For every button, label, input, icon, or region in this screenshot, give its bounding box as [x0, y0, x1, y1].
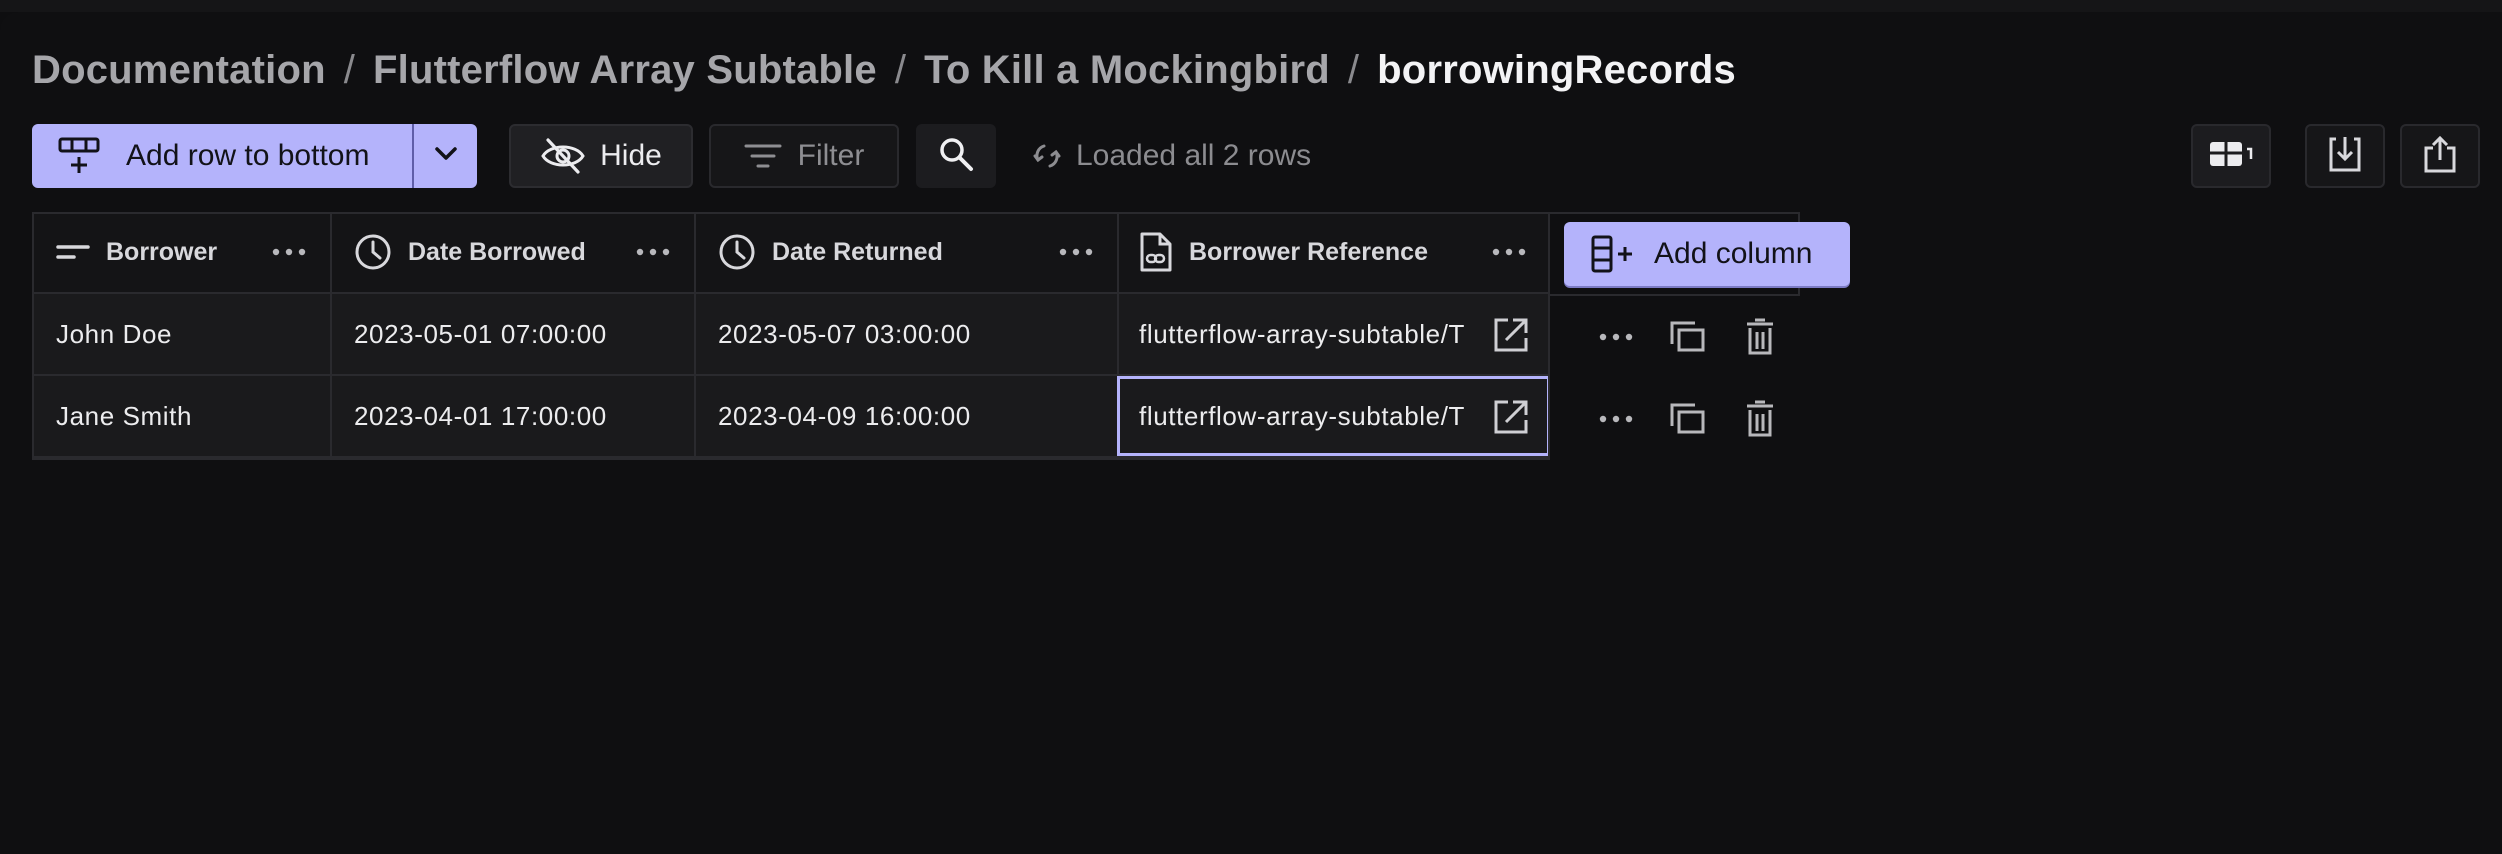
add-column-label: Add column	[1654, 237, 1813, 270]
clock-icon	[354, 233, 392, 271]
breadcrumb-item-documentation[interactable]: Documentation	[32, 48, 326, 93]
column-header-date-returned[interactable]: Date Returned	[694, 212, 1117, 292]
status-text: Loaded all 2 rows	[1076, 139, 1312, 172]
column-header-date-borrowed[interactable]: Date Borrowed	[330, 212, 694, 292]
column-label: Borrower	[106, 237, 218, 266]
breadcrumb: Documentation / Flutterflow Array Subtab…	[32, 42, 1736, 98]
add-row-split-button: Add row to bottom	[32, 124, 477, 188]
column-menu-icon[interactable]	[1059, 212, 1093, 292]
more-icon[interactable]	[1580, 415, 1652, 423]
filter-icon	[744, 142, 782, 170]
load-status: Loaded all 2 rows	[1032, 124, 1311, 188]
filter-label: Filter	[797, 139, 865, 172]
table-header-row: Borrower Date Borrowed Date Returned Bor…	[32, 212, 1550, 294]
cell-borrower[interactable]: John Doe	[32, 294, 330, 374]
grid-view-button[interactable]	[2191, 124, 2271, 188]
reference-text: flutterflow-array-subtable/T	[1139, 318, 1466, 349]
column-header-borrower[interactable]: Borrower	[32, 212, 330, 292]
breadcrumb-current: borrowingRecords	[1377, 47, 1736, 92]
breadcrumb-separator: /	[1347, 47, 1360, 92]
open-external-icon[interactable]	[1492, 316, 1530, 354]
share-icon	[2423, 134, 2457, 179]
trash-icon[interactable]	[1724, 318, 1796, 356]
table-row: Jane Smith 2023-04-01 17:00:00 2023-04-0…	[32, 376, 1550, 458]
duplicate-icon[interactable]	[1652, 402, 1724, 436]
filter-button[interactable]: Filter	[709, 124, 899, 188]
breadcrumb-separator: /	[343, 47, 356, 92]
column-header-borrower-reference[interactable]: Borrower Reference	[1117, 212, 1550, 292]
breadcrumb-separator: /	[894, 47, 907, 92]
row-actions	[1580, 296, 1796, 378]
cell-date-borrowed[interactable]: 2023-05-01 07:00:00	[330, 294, 694, 374]
cell-borrower-reference[interactable]: flutterflow-array-subtable/T	[1117, 294, 1550, 374]
trash-icon[interactable]	[1724, 400, 1796, 438]
row-actions	[1580, 378, 1796, 460]
table-view-icon	[2208, 139, 2254, 174]
cell-date-borrowed[interactable]: 2023-04-01 17:00:00	[330, 376, 694, 456]
document-link-icon	[1139, 231, 1173, 273]
add-row-dropdown-button[interactable]	[414, 124, 477, 188]
breadcrumb-item-subtable[interactable]: Flutterflow Array Subtable	[373, 48, 877, 93]
window-top-strip	[0, 0, 2502, 12]
cell-borrower-reference-selected[interactable]: flutterflow-array-subtable/T	[1117, 376, 1550, 456]
more-icon[interactable]	[1580, 333, 1652, 341]
column-menu-icon[interactable]	[272, 212, 306, 292]
add-row-icon	[58, 137, 114, 175]
text-lines-icon	[56, 244, 90, 260]
reference-text: flutterflow-array-subtable/T	[1139, 400, 1466, 431]
add-row-button[interactable]: Add row to bottom	[32, 124, 412, 188]
clock-icon	[718, 233, 756, 271]
cell-date-returned[interactable]: 2023-05-07 03:00:00	[694, 294, 1117, 374]
hide-label: Hide	[600, 139, 662, 172]
column-menu-icon[interactable]	[636, 212, 670, 292]
duplicate-icon[interactable]	[1652, 320, 1724, 354]
add-column-button[interactable]: Add column	[1564, 222, 1850, 286]
cell-date-returned[interactable]: 2023-04-09 16:00:00	[694, 376, 1117, 456]
eye-off-icon	[540, 136, 586, 176]
column-label: Date Borrowed	[408, 237, 586, 266]
refresh-icon	[1032, 141, 1062, 171]
add-row-label: Add row to bottom	[126, 139, 370, 172]
search-icon	[938, 136, 974, 177]
chevron-down-icon	[434, 146, 458, 167]
download-button[interactable]	[2305, 124, 2385, 188]
breadcrumb-item-record[interactable]: To Kill a Mockingbird	[924, 48, 1330, 93]
column-label: Borrower Reference	[1189, 237, 1428, 266]
column-label: Date Returned	[772, 237, 943, 266]
open-external-icon[interactable]	[1492, 398, 1530, 436]
table-row: John Doe 2023-05-01 07:00:00 2023-05-07 …	[32, 294, 1550, 376]
cell-borrower[interactable]: Jane Smith	[32, 376, 330, 456]
data-table: Borrower Date Borrowed Date Returned Bor…	[32, 212, 1800, 460]
hide-button[interactable]: Hide	[509, 124, 693, 188]
search-button[interactable]	[916, 124, 996, 188]
download-icon	[2328, 135, 2362, 178]
add-column-icon	[1590, 234, 1636, 274]
share-button[interactable]	[2400, 124, 2480, 188]
column-menu-icon[interactable]	[1492, 212, 1526, 292]
